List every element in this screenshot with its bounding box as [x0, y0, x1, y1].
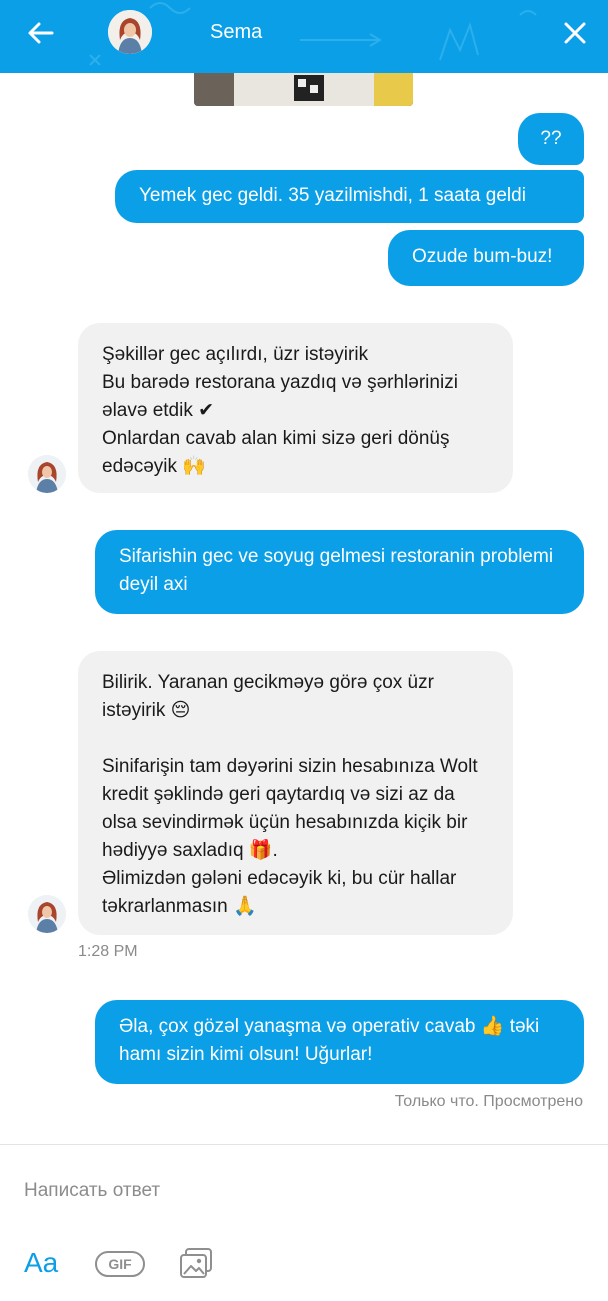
arrow-left-icon[interactable] [24, 16, 58, 50]
message-bubble-outgoing[interactable]: Yemek gec geldi. 35 yazilmishdi, 1 saata… [115, 170, 584, 223]
avatar[interactable] [28, 455, 66, 493]
message-bubble-outgoing[interactable]: Əla, çox gözəl yanaşma və operativ cavab… [95, 1000, 584, 1084]
reply-input[interactable] [24, 1177, 584, 1205]
close-icon[interactable] [558, 16, 592, 50]
chat-header: Sema [0, 0, 608, 73]
image-attachment[interactable] [194, 73, 413, 106]
contact-name: Sema [210, 21, 263, 43]
message-list: ?? Yemek gec geldi. 35 yazilmishdi, 1 sa… [0, 73, 608, 1145]
message-bubble-outgoing[interactable]: Ozude bum-buz! [388, 230, 584, 286]
avatar[interactable] [108, 10, 152, 54]
message-bubble-incoming[interactable]: Bilirik. Yaranan gecikməyə görə çox üzr … [78, 651, 513, 935]
text-format-button[interactable]: Aa [24, 1247, 58, 1279]
header-pattern [89, 2, 537, 66]
photo-gallery-icon[interactable] [178, 1247, 214, 1281]
avatar[interactable] [28, 895, 66, 933]
message-bubble-outgoing[interactable]: Sifarishin gec ve soyug gelmesi restoran… [95, 530, 584, 614]
read-status: Только что. Просмотрено [394, 1093, 583, 1110]
message-bubble-incoming[interactable]: Şəkillər gec açılırdı, üzr istəyirik Bu … [78, 323, 513, 493]
message-bubble-outgoing[interactable]: ?? [518, 113, 584, 165]
message-composer: Aa GIF [0, 1144, 608, 1301]
gif-button[interactable]: GIF [95, 1251, 145, 1277]
message-timestamp: 1:28 PM [78, 943, 138, 960]
